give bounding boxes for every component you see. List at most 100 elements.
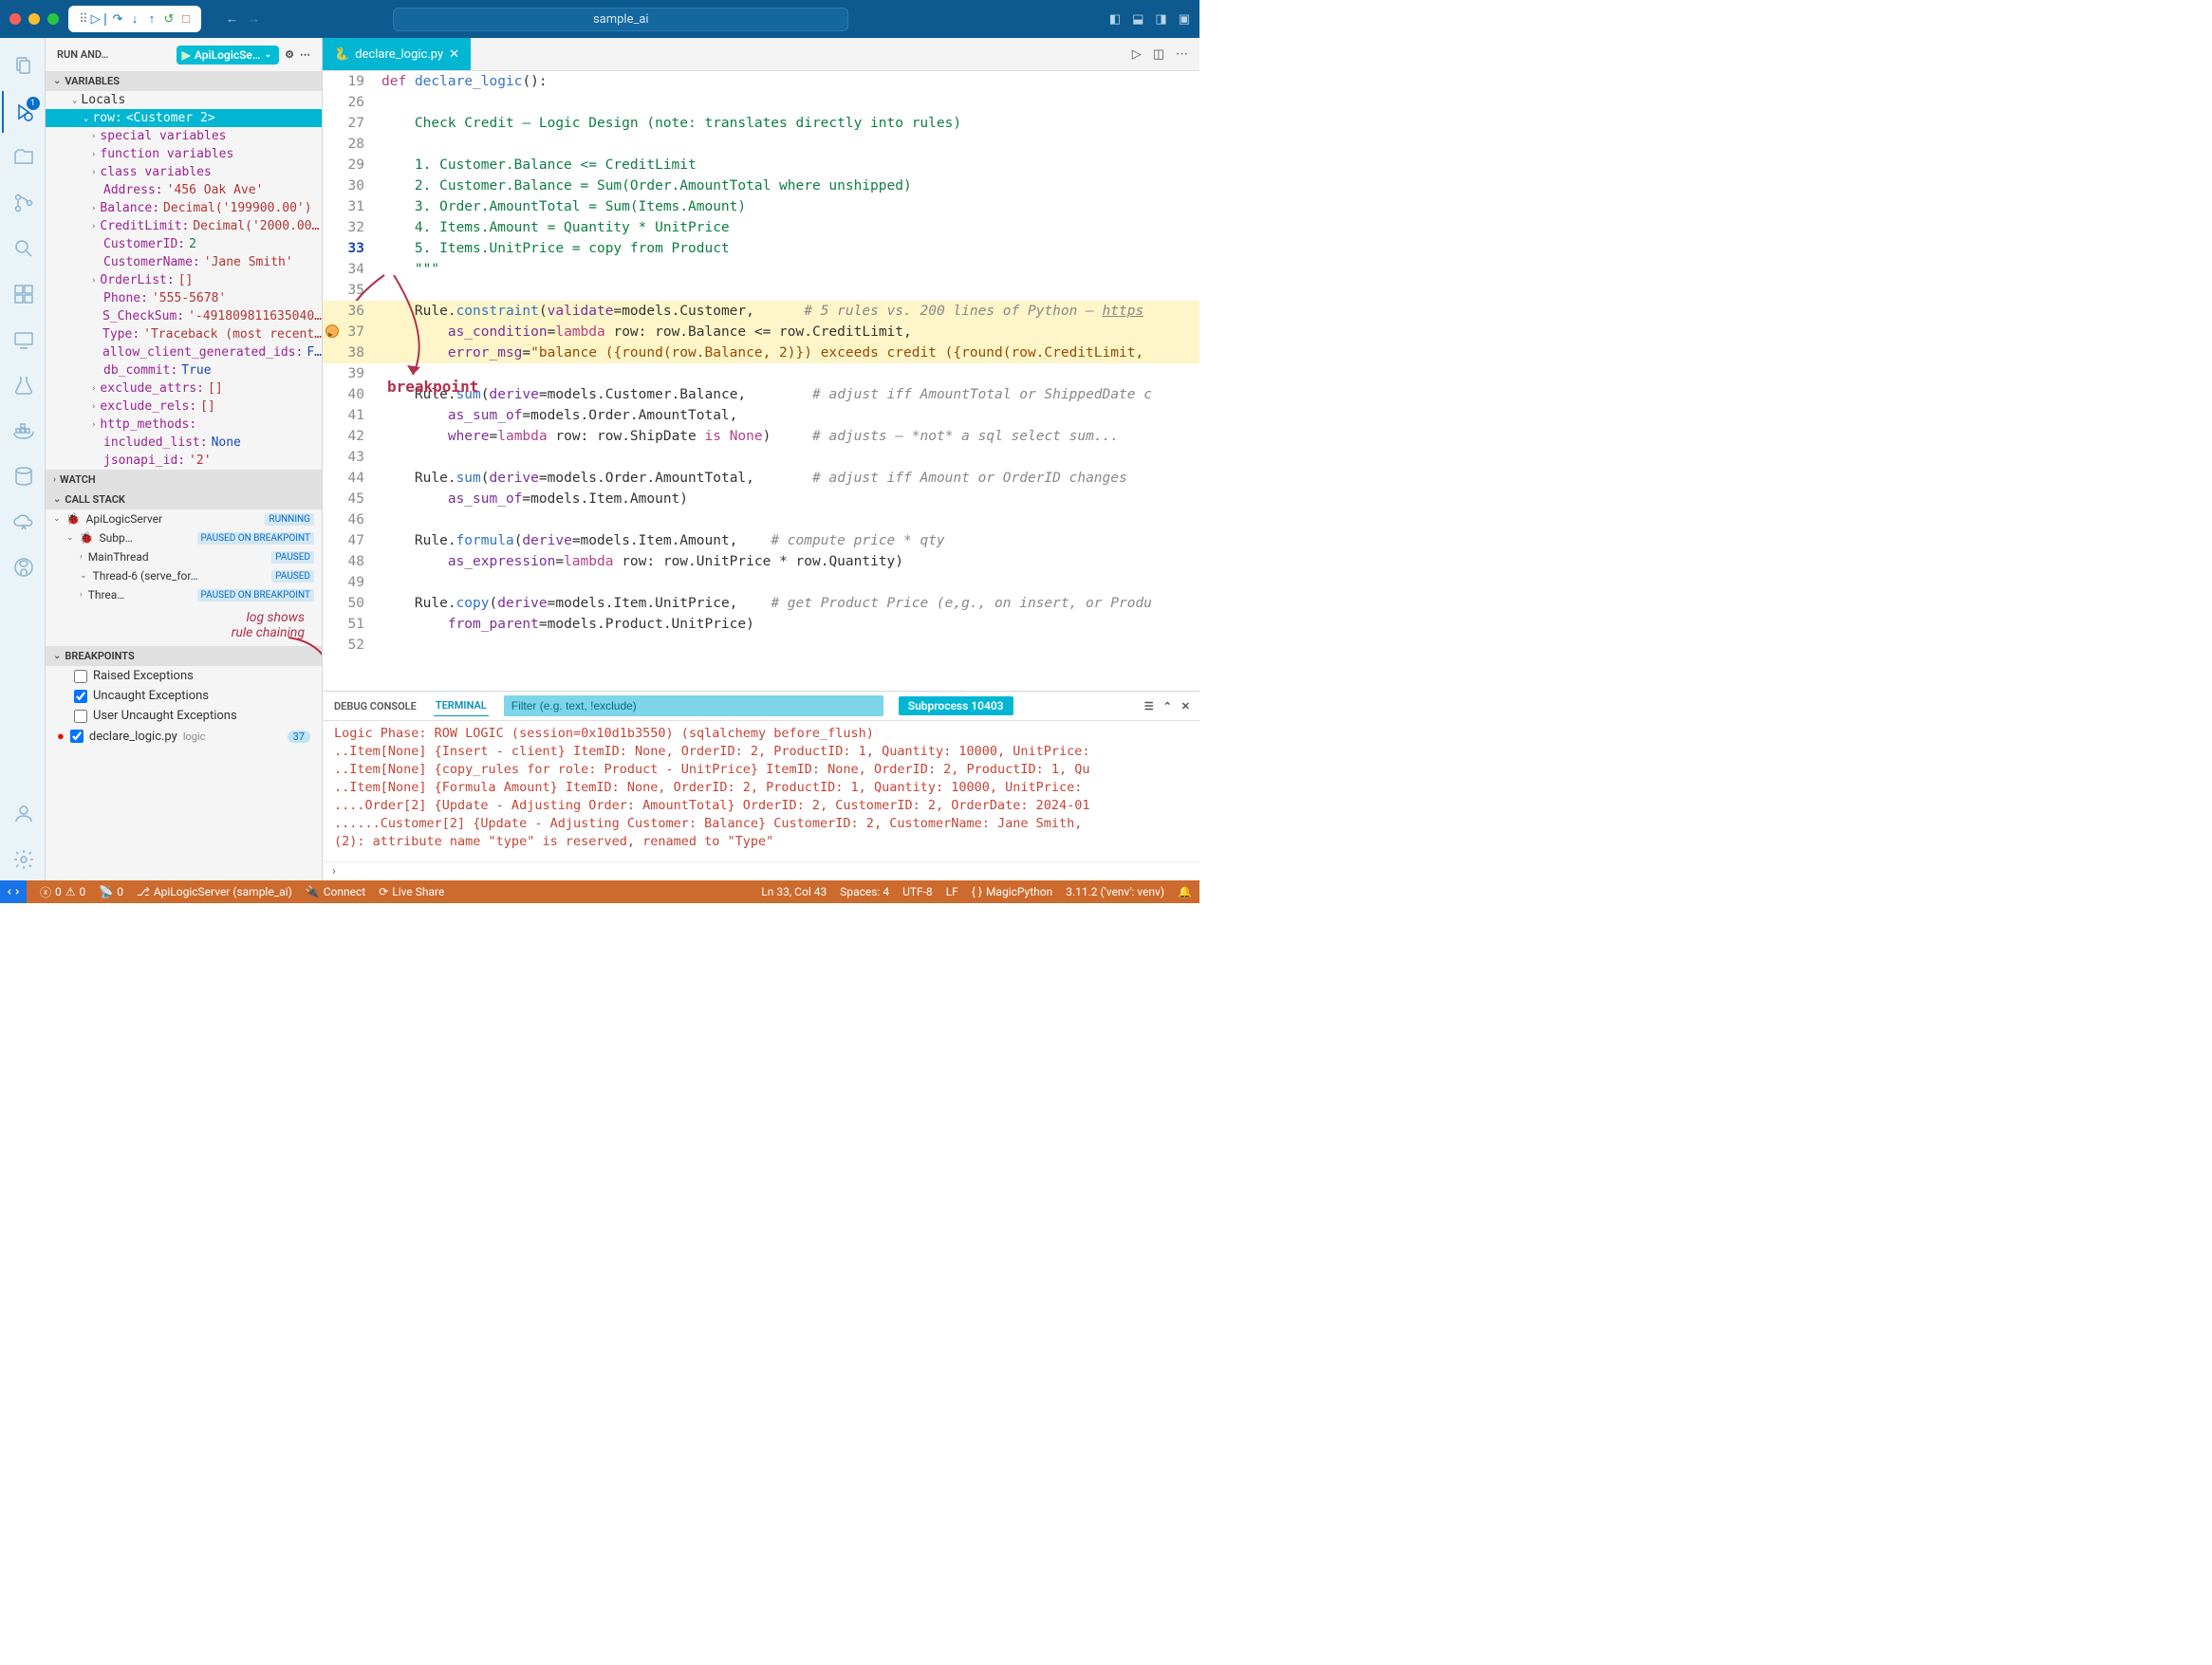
code-line[interactable]: 51 from_parent=models.Product.UnitPrice) (323, 614, 1199, 635)
close-window-icon[interactable] (9, 13, 21, 25)
code-line[interactable]: 48 as_expression=lambda row: row.UnitPri… (323, 551, 1199, 572)
panel-tab-terminal[interactable]: TERMINAL (434, 695, 489, 716)
code-line[interactable]: 38 error_msg="balance ({round(row.Balanc… (323, 342, 1199, 363)
code-line[interactable]: 34 """ (323, 259, 1199, 280)
more-icon[interactable]: ⋯ (300, 48, 310, 61)
code-line[interactable]: 46 (323, 509, 1199, 530)
code-line[interactable]: 45 as_sum_of=models.Item.Amount) (323, 489, 1199, 509)
activity-search-icon[interactable] (2, 228, 44, 269)
breakpoint-checkbox[interactable] (74, 690, 87, 703)
panel-bottom-icon[interactable]: ⬓ (1132, 12, 1143, 27)
bell-icon[interactable]: 🔔 (1178, 885, 1192, 898)
callstack-row[interactable]: ›MainThreadPAUSED (46, 547, 322, 566)
breakpoint-option-row[interactable]: User Uncaught Exceptions (46, 706, 322, 726)
maximize-window-icon[interactable] (47, 13, 59, 25)
code-line[interactable]: 27 Check Credit – Logic Design (note: tr… (323, 113, 1199, 134)
breakpoints-section-header[interactable]: ⌄ BREAKPOINTS (46, 646, 322, 666)
panel-right-icon[interactable]: ◨ (1155, 12, 1166, 27)
activity-folder-icon[interactable] (2, 137, 44, 178)
code-line[interactable]: 30 2. Customer.Balance = Sum(Order.Amoun… (323, 176, 1199, 196)
run-config-selector[interactable]: ▶ ApiLogicSe… ⌄ (177, 46, 279, 65)
activity-explorer-icon[interactable] (2, 46, 44, 87)
variable-row[interactable]: CustomerName: 'Jane Smith' (46, 253, 322, 271)
customize-layout-icon[interactable]: ▣ (1179, 12, 1190, 27)
callstack-row[interactable]: ›Threa…PAUSED ON BREAKPOINT (46, 585, 322, 604)
variable-row[interactable]: Type: 'Traceback (most recent… (46, 325, 322, 343)
status-branch[interactable]: ⎇ApiLogicServer (sample_ai) (137, 885, 292, 898)
variable-row[interactable]: included_list: None (46, 434, 322, 452)
activity-account-icon[interactable] (2, 793, 44, 835)
gear-icon[interactable]: ⚙ (285, 48, 294, 61)
activity-remote-icon[interactable] (2, 319, 44, 361)
step-into-icon[interactable]: ↓ (127, 9, 142, 28)
restart-icon[interactable]: ↺ (161, 10, 177, 28)
callstack-section-header[interactable]: ⌄ CALL STACK (46, 490, 322, 509)
code-editor[interactable]: breakpoint 19def declare_logic():2627 Ch… (323, 71, 1199, 691)
status-python[interactable]: 3.11.2 ('venv': venv) (1066, 885, 1164, 898)
activity-github-icon[interactable] (2, 546, 44, 588)
code-line[interactable]: 37 as_condition=lambda row: row.Balance … (323, 322, 1199, 342)
activity-scm-icon[interactable] (2, 182, 44, 224)
variable-row[interactable]: ›exclude_rels: [] (46, 398, 322, 416)
variable-row[interactable]: ›Balance: Decimal('199900.00') (46, 199, 322, 217)
panel-filter-input[interactable] (504, 695, 883, 716)
variable-group[interactable]: ›special variables (46, 127, 322, 145)
nav-forward-icon[interactable]: → (248, 11, 260, 27)
activity-debug-icon[interactable]: 1 (2, 91, 44, 133)
activity-cloud-icon[interactable] (2, 501, 44, 543)
watch-section-header[interactable]: › WATCH (46, 470, 322, 490)
code-line[interactable]: 42 where=lambda row: row.ShipDate is Non… (323, 426, 1199, 447)
code-line[interactable]: 47 Rule.formula(derive=models.Item.Amoun… (323, 530, 1199, 551)
breakpoint-checkbox[interactable] (70, 730, 84, 743)
close-panel-icon[interactable]: ✕ (1181, 700, 1190, 712)
variable-row[interactable]: S_CheckSum: '-491809811635040… (46, 307, 322, 325)
code-line[interactable]: 41 as_sum_of=models.Order.AmountTotal, (323, 405, 1199, 426)
variable-group[interactable]: ›function variables (46, 145, 322, 163)
variable-row-selected[interactable]: ⌄ row: <Customer 2> (46, 109, 322, 127)
variable-row[interactable]: db_commit: True (46, 361, 322, 379)
variable-row[interactable]: Phone: '555-5678' (46, 289, 322, 307)
code-line[interactable]: 43 (323, 447, 1199, 468)
editor-tab-active[interactable]: 🐍 declare_logic.py ✕ (323, 38, 471, 70)
status-language[interactable]: { } MagicPython (972, 885, 1052, 898)
command-center[interactable]: sample_ai (393, 8, 848, 31)
code-line[interactable]: 50 Rule.copy(derive=models.Item.UnitPric… (323, 593, 1199, 614)
status-liveshare[interactable]: ⟳Live Share (379, 885, 444, 898)
status-errors[interactable]: ⓧ0 ⚠0 (40, 884, 85, 900)
run-icon[interactable]: ▷ (1132, 47, 1142, 62)
code-line[interactable]: 28 (323, 134, 1199, 155)
code-line[interactable]: 33 5. Items.UnitPrice = copy from Produc… (323, 238, 1199, 259)
variable-row[interactable]: ›OrderList: [] (46, 271, 322, 289)
breakpoint-option-row[interactable]: Uncaught Exceptions (46, 686, 322, 706)
close-tab-icon[interactable]: ✕ (449, 47, 459, 62)
more-icon[interactable]: ⋯ (1176, 47, 1188, 62)
nav-back-icon[interactable]: ← (226, 11, 238, 27)
stop-icon[interactable]: □ (178, 9, 194, 28)
activity-test-icon[interactable] (2, 364, 44, 406)
variable-row[interactable]: ›exclude_attrs: [] (46, 379, 322, 398)
status-connect[interactable]: 🔌Connect (306, 885, 365, 898)
callstack-row[interactable]: ⌄Thread-6 (serve_for…PAUSED (46, 566, 322, 585)
locals-group[interactable]: ⌄ Locals (46, 91, 322, 109)
remote-indicator[interactable] (0, 880, 27, 903)
callstack-row[interactable]: ⌄🐞ApiLogicServerRUNNING (46, 509, 322, 528)
panel-tab-debug[interactable]: DEBUG CONSOLE (332, 696, 418, 716)
activity-database-icon[interactable] (2, 455, 44, 497)
code-line[interactable]: 35 (323, 280, 1199, 301)
code-line[interactable]: 26 (323, 92, 1199, 113)
split-icon[interactable]: ◫ (1153, 47, 1164, 62)
code-line[interactable]: 32 4. Items.Amount = Quantity * UnitPric… (323, 217, 1199, 238)
terminal-output[interactable]: Logic Phase: ROW LOGIC (session=0x10d1b3… (323, 721, 1199, 861)
breakpoint-indicator-icon[interactable] (326, 325, 338, 337)
step-over-icon[interactable]: ↷ (110, 10, 125, 28)
variable-row[interactable]: allow_client_generated_ids: F… (46, 343, 322, 361)
variable-row[interactable]: ›http_methods: (46, 416, 322, 434)
code-line[interactable]: 52 (323, 635, 1199, 656)
breakpoint-file-row[interactable]: ● declare_logic.py logic 37 (46, 726, 322, 747)
code-line[interactable]: 19def declare_logic(): (323, 71, 1199, 92)
variable-row[interactable]: Address: '456 Oak Ave' (46, 181, 322, 199)
variable-row[interactable]: ›CreditLimit: Decimal('2000.00… (46, 217, 322, 235)
continue-icon[interactable]: ▷❘ (93, 10, 108, 28)
activity-docker-icon[interactable] (2, 410, 44, 452)
variable-row[interactable]: CustomerID: 2 (46, 235, 322, 253)
